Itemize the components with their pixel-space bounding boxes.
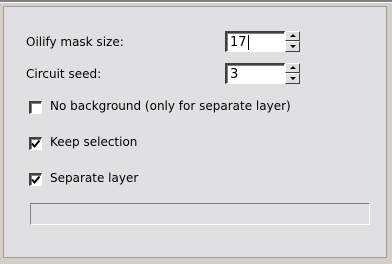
options-panel: Oilify mask size: 17 Circuit seed: 3 No … [3, 6, 387, 258]
mask-size-value: 17 [230, 35, 247, 50]
arrow-down-icon [290, 45, 296, 48]
arrow-up-icon [290, 66, 296, 69]
status-bar [30, 203, 370, 225]
keep-selection-checkbox[interactable] [29, 137, 42, 150]
separate-layer-label[interactable]: Separate layer [50, 171, 138, 185]
circuit-seed-value: 3 [230, 67, 239, 82]
no-background-checkbox[interactable] [29, 101, 42, 114]
mask-size-increment-button[interactable] [285, 31, 300, 41]
checkmark-icon [31, 139, 41, 149]
text-caret [247, 35, 249, 50]
top-separator [0, 0, 392, 3]
arrow-up-icon [290, 34, 296, 37]
no-background-label[interactable]: No background (only for separate layer) [50, 99, 291, 113]
circuit-seed-increment-button[interactable] [285, 63, 300, 73]
mask-size-decrement-button[interactable] [285, 41, 300, 52]
arrow-down-icon [290, 77, 296, 80]
keep-selection-label[interactable]: Keep selection [50, 135, 137, 149]
circuit-seed-label: Circuit seed: [26, 67, 102, 81]
mask-size-input[interactable]: 17 [225, 31, 285, 52]
circuit-seed-decrement-button[interactable] [285, 73, 300, 84]
mask-size-label: Oilify mask size: [26, 35, 124, 49]
checkmark-icon [31, 175, 41, 185]
separate-layer-checkbox[interactable] [29, 173, 42, 186]
circuit-seed-input[interactable]: 3 [225, 63, 285, 84]
